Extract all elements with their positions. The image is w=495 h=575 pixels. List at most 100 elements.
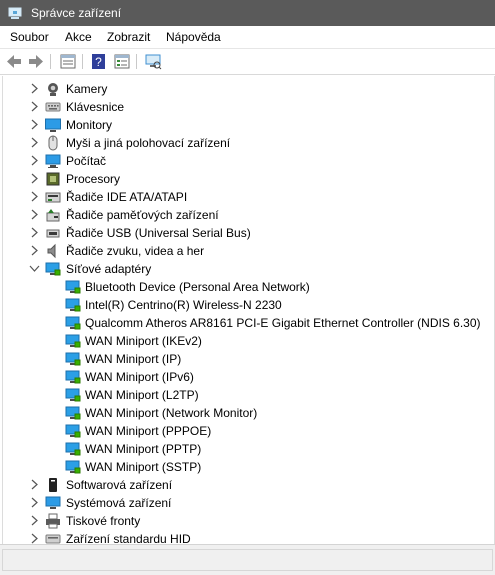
toolbar-separator: [136, 54, 137, 69]
network-adapter-icon: [65, 460, 81, 474]
network-adapter-icon: [65, 298, 81, 312]
tree-child-label: Bluetooth Device (Personal Area Network): [85, 280, 310, 294]
camera-icon: [48, 83, 58, 96]
chevron-right-icon[interactable]: [29, 533, 40, 544]
printer-icon: [46, 513, 60, 529]
status-field: [2, 549, 493, 571]
speaker-icon: [47, 243, 56, 259]
tree-item-label: Procesory: [66, 172, 121, 186]
status-bar: [0, 544, 495, 575]
mouse-icon: [48, 135, 58, 151]
monitor-icon: [45, 118, 61, 132]
tree-child-label: WAN Miniport (L2TP): [85, 388, 199, 402]
tree-child-item[interactable]: Qualcomm Atheros AR8161 PCI-E Gigabit Et…: [3, 314, 494, 332]
tree-child-label: Qualcomm Atheros AR8161 PCI-E Gigabit Et…: [85, 316, 481, 330]
tree-child-item[interactable]: Bluetooth Device (Personal Area Network): [3, 278, 494, 296]
menu-napoveda[interactable]: Nápověda: [166, 30, 221, 44]
tree-item-zarizeni-hid[interactable]: Zařízení standardu HID: [3, 530, 494, 544]
chevron-right-icon[interactable]: [29, 497, 40, 508]
tree-child-label: Intel(R) Centrino(R) Wireless-N 2230: [85, 298, 282, 312]
system-device-icon: [45, 496, 61, 509]
ide-controller-icon: [45, 192, 61, 203]
network-adapter-icon: [65, 442, 81, 456]
chevron-right-icon[interactable]: [29, 137, 40, 148]
network-adapter-icon: [65, 388, 81, 402]
forward-arrow-icon[interactable]: [27, 53, 45, 70]
back-arrow-icon[interactable]: [5, 53, 23, 70]
tree-item-label: Počítač: [66, 154, 107, 168]
tree-child-item[interactable]: WAN Miniport (PPTP): [3, 440, 494, 458]
menu-akce[interactable]: Akce: [65, 30, 92, 44]
chevron-right-icon[interactable]: [29, 119, 40, 130]
hid-icon: [45, 534, 61, 544]
tree-item-label: Klávesnice: [66, 100, 125, 114]
menu-zobrazit[interactable]: Zobrazit: [107, 30, 150, 44]
tree-item-radice-ide[interactable]: Řadiče IDE ATA/ATAPI: [3, 188, 494, 206]
tree-item-procesory[interactable]: Procesory: [3, 170, 494, 188]
tree-item-systemova-zarizeni[interactable]: Systémová zařízení: [3, 494, 494, 512]
tree-child-item[interactable]: Intel(R) Centrino(R) Wireless-N 2230: [3, 296, 494, 314]
chevron-right-icon[interactable]: [29, 101, 40, 112]
tree-item-radice-pametovych[interactable]: Řadiče paměťových zařízení: [3, 206, 494, 224]
tree-item-tiskove-fronty[interactable]: Tiskové fronty: [3, 512, 494, 530]
tree-child-item[interactable]: WAN Miniport (IPv6): [3, 368, 494, 386]
tree-item-pocitac[interactable]: Počítač: [3, 152, 494, 170]
device-tree[interactable]: Kamery Klávesnice Monitory Myši a jiná p…: [2, 76, 495, 544]
tree-child-item[interactable]: WAN Miniport (L2TP): [3, 386, 494, 404]
network-adapter-icon: [65, 424, 81, 438]
scan-hardware-icon[interactable]: [144, 53, 162, 70]
tree-item-mysi[interactable]: Myši a jiná polohovací zařízení: [3, 134, 494, 152]
tree-child-label: WAN Miniport (IPv6): [85, 370, 194, 384]
tree-item-radice-zvuku[interactable]: Řadiče zvuku, videa a her: [3, 242, 494, 260]
network-adapter-icon: [65, 352, 81, 366]
help-icon[interactable]: ?: [90, 53, 108, 70]
software-device-icon: [49, 478, 57, 492]
properties-icon[interactable]: [59, 53, 77, 70]
window-title: Správce zařízení: [31, 6, 122, 20]
network-adapter-icon: [65, 316, 81, 330]
svg-text:?: ?: [95, 55, 102, 69]
tree-item-label: Kamery: [66, 82, 108, 96]
tree-item-label: Monitory: [66, 118, 113, 132]
tree-child-item[interactable]: WAN Miniport (Network Monitor): [3, 404, 494, 422]
tree-child-item[interactable]: WAN Miniport (PPPOE): [3, 422, 494, 440]
usb-icon: [46, 229, 60, 238]
toolbar-separator: [50, 54, 51, 69]
chevron-right-icon[interactable]: [29, 209, 40, 220]
tree-item-softwarova-zarizeni[interactable]: Softwarová zařízení: [3, 476, 494, 494]
tree-child-item[interactable]: WAN Miniport (IKEv2): [3, 332, 494, 350]
chevron-right-icon[interactable]: [29, 155, 40, 166]
tree-child-label: WAN Miniport (Network Monitor): [85, 406, 258, 420]
device-manager-icon: [8, 7, 22, 19]
processor-icon: [46, 172, 60, 186]
tree-item-monitory[interactable]: Monitory: [3, 116, 494, 134]
chevron-right-icon[interactable]: [29, 83, 40, 94]
tree-item-label: Zařízení standardu HID: [66, 532, 191, 544]
tree-item-label: Softwarová zařízení: [66, 478, 173, 492]
details-view-icon[interactable]: [113, 53, 131, 70]
network-adapter-icon: [45, 262, 61, 276]
chevron-right-icon[interactable]: [29, 191, 40, 202]
chevron-right-icon[interactable]: [29, 479, 40, 490]
tree-child-item[interactable]: WAN Miniport (IP): [3, 350, 494, 368]
menu-soubor[interactable]: Soubor: [10, 30, 49, 44]
network-adapter-icon: [65, 334, 81, 348]
tree-item-label: Myši a jiná polohovací zařízení: [66, 136, 231, 150]
chevron-down-icon[interactable]: [29, 263, 40, 274]
title-bar: Správce zařízení: [0, 0, 495, 26]
tree-item-label: Řadiče IDE ATA/ATAPI: [66, 190, 188, 204]
tree-child-item[interactable]: WAN Miniport (SSTP): [3, 458, 494, 476]
tree-item-kamery[interactable]: Kamery: [3, 80, 494, 98]
chevron-right-icon[interactable]: [29, 245, 40, 256]
chevron-right-icon[interactable]: [29, 515, 40, 526]
tree-item-radice-usb[interactable]: Řadiče USB (Universal Serial Bus): [3, 224, 494, 242]
chevron-right-icon[interactable]: [29, 173, 40, 184]
storage-controller-icon: [46, 209, 60, 222]
chevron-right-icon[interactable]: [29, 227, 40, 238]
tree-child-label: WAN Miniport (IP): [85, 352, 182, 366]
tree-item-label: Síťové adaptéry: [66, 262, 152, 276]
tree-item-label: Řadiče USB (Universal Serial Bus): [66, 226, 251, 240]
network-adapter-icon: [65, 406, 81, 420]
tree-item-sitove-adaptery[interactable]: Síťové adaptéry: [3, 260, 494, 278]
tree-item-klavesnice[interactable]: Klávesnice: [3, 98, 494, 116]
